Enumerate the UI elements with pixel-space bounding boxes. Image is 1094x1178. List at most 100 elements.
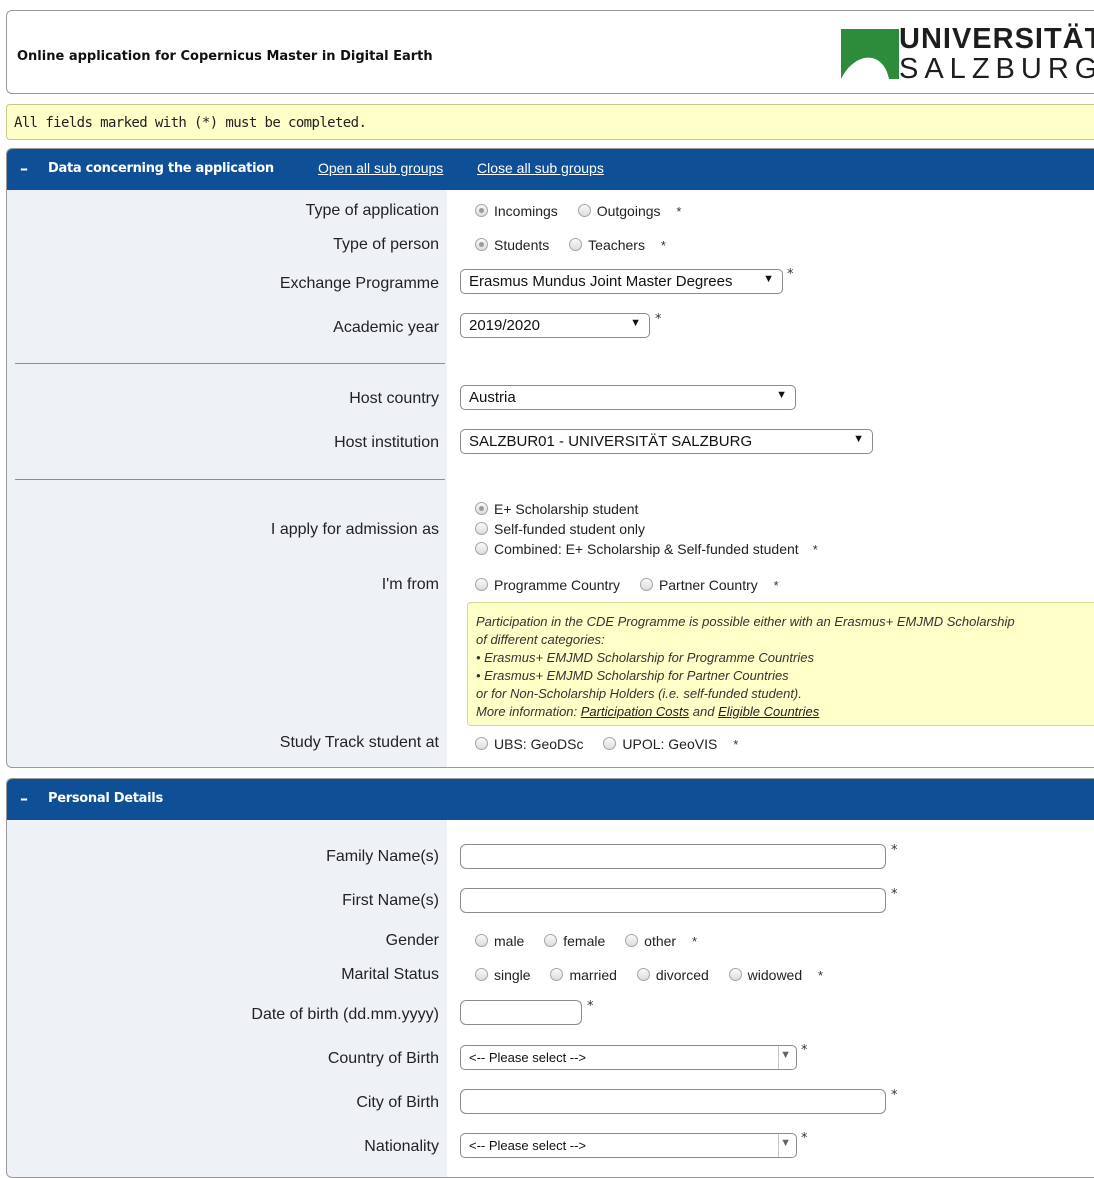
type-of-person-label: Type of person <box>333 236 439 253</box>
family-name-input[interactable] <box>460 844 886 869</box>
first-name-label: First Name(s) <box>342 892 439 909</box>
gender-label: Gender <box>385 932 439 949</box>
collapse-toggle-icon[interactable]: – <box>20 159 34 178</box>
required-fields-notice: All fields marked with (*) must be compl… <box>6 104 1094 140</box>
application-data-header: – Data concerning the application Open a… <box>7 149 1094 190</box>
academic-year-label: Academic year <box>333 319 439 336</box>
upol-geovis-radio[interactable] <box>603 737 617 750</box>
scholarship-radio[interactable] <box>475 502 488 515</box>
required-mark: * <box>660 238 666 253</box>
type-of-person-options: Students Teachers * <box>467 237 666 253</box>
required-mark: * <box>733 737 739 752</box>
required-mark: * <box>801 1131 808 1146</box>
programme-country-label: Programme Country <box>494 577 621 593</box>
country-of-birth-label: Country of Birth <box>327 1050 439 1067</box>
host-institution-select[interactable]: SALZBUR01 - UNIVERSITÄT SALZBURG ▼ <box>460 429 873 454</box>
admission-label: I apply for admission as <box>270 521 439 538</box>
widowed-radio[interactable] <box>728 968 742 981</box>
combined-label: Combined: E+ Scholarship & Self-funded s… <box>494 541 799 557</box>
admission-options: E+ Scholarship student Self-funded stude… <box>467 499 818 560</box>
teachers-radio[interactable] <box>569 238 583 251</box>
single-radio[interactable] <box>475 968 488 981</box>
logo-mark-icon <box>841 29 899 79</box>
info-line: of different categories: <box>476 632 605 647</box>
outgoings-radio[interactable] <box>577 204 591 217</box>
marital-status-options: single married divorced widowed * <box>467 967 823 983</box>
study-track-options: UBS: GeoDSc UPOL: GeoVIS * <box>467 736 738 752</box>
other-radio[interactable] <box>625 934 639 947</box>
nationality-select[interactable]: <-- Please select --> ▼ <box>460 1133 797 1158</box>
info-line: or for Non-Scholarship Holders (i.e. sel… <box>476 686 802 701</box>
first-name-input[interactable] <box>460 888 886 913</box>
teachers-label: Teachers <box>588 237 645 253</box>
info-more-line: More information: Participation Costs an… <box>476 703 1094 721</box>
type-of-application-label: Type of application <box>305 202 439 219</box>
required-mark: * <box>812 542 818 557</box>
required-mark: * <box>818 968 824 983</box>
info-line: • Erasmus+ EMJMD Scholarship for Partner… <box>476 668 789 683</box>
divorced-radio[interactable] <box>636 968 650 981</box>
host-institution-label: Host institution <box>334 434 439 451</box>
date-of-birth-input[interactable] <box>460 1000 582 1025</box>
divorced-label: divorced <box>655 967 709 983</box>
required-mark: * <box>676 204 682 219</box>
required-mark: * <box>891 843 898 858</box>
incomings-radio[interactable] <box>475 204 488 217</box>
city-of-birth-input[interactable] <box>460 1089 886 1114</box>
family-name-label: Family Name(s) <box>326 848 439 865</box>
host-country-value: Austria <box>469 389 516 406</box>
date-of-birth-label: Date of birth (dd.mm.yyyy) <box>251 1006 439 1023</box>
scholarship-label: E+ Scholarship student <box>494 501 639 517</box>
programme-country-radio[interactable] <box>475 578 488 591</box>
female-label: female <box>563 933 606 949</box>
study-track-label: Study Track student at <box>279 734 439 751</box>
nationality-value: <-- Please select --> <box>469 1138 587 1153</box>
logo-line-2: SALZBURG <box>899 53 1094 85</box>
ubs-geodsc-label: UBS: GeoDSc <box>494 736 584 752</box>
im-from-label: I'm from <box>381 576 439 593</box>
academic-year-select[interactable]: 2019/2020 ▼ <box>460 313 650 338</box>
male-radio[interactable] <box>475 934 488 947</box>
required-mark: * <box>587 999 594 1014</box>
info-more-prefix: More information: <box>476 704 581 719</box>
gender-options: male female other * <box>467 933 697 949</box>
info-and: and <box>689 704 719 719</box>
students-label: Students <box>494 237 550 253</box>
ubs-geodsc-radio[interactable] <box>475 737 488 750</box>
collapse-toggle-icon[interactable]: – <box>20 789 34 808</box>
eligible-countries-link[interactable]: Eligible Countries <box>718 704 819 719</box>
close-all-subgroups-link[interactable]: Close all sub groups <box>477 160 604 176</box>
self-funded-radio[interactable] <box>475 522 488 535</box>
required-mark: * <box>787 267 794 282</box>
participation-costs-link[interactable]: Participation Costs <box>581 704 689 719</box>
exchange-programme-value: Erasmus Mundus Joint Master Degrees <box>469 273 733 290</box>
required-mark: * <box>691 934 698 949</box>
host-country-select[interactable]: Austria ▼ <box>460 385 796 410</box>
page-header: Online application for Copernicus Master… <box>6 10 1094 94</box>
logo-line-1: UNIVERSITÄT <box>899 23 1094 55</box>
info-line: Participation in the CDE Programme is po… <box>476 614 1015 629</box>
exchange-programme-label: Exchange Programme <box>279 275 439 292</box>
page-title: Online application for Copernicus Master… <box>17 49 433 64</box>
required-mark: * <box>773 578 779 593</box>
dropdown-arrow-icon: ▼ <box>853 433 864 445</box>
married-radio[interactable] <box>550 968 564 981</box>
married-label: married <box>569 967 617 983</box>
host-institution-value: SALZBUR01 - UNIVERSITÄT SALZBURG <box>469 433 753 450</box>
country-of-birth-value: <-- Please select --> <box>469 1050 587 1065</box>
open-all-subgroups-link[interactable]: Open all sub groups <box>318 160 443 176</box>
host-country-label: Host country <box>349 390 439 407</box>
exchange-programme-select[interactable]: Erasmus Mundus Joint Master Degrees ▼ <box>460 269 783 294</box>
country-of-birth-select[interactable]: <-- Please select --> ▼ <box>460 1045 797 1070</box>
other-label: other <box>644 933 677 949</box>
students-radio[interactable] <box>475 238 488 251</box>
partner-country-radio[interactable] <box>639 578 653 591</box>
combined-radio[interactable] <box>475 542 488 555</box>
info-line: • Erasmus+ EMJMD Scholarship for Program… <box>476 650 814 665</box>
separator <box>15 479 445 480</box>
female-radio[interactable] <box>544 934 558 947</box>
upol-geovis-label: UPOL: GeoVIS <box>622 736 718 752</box>
section-title: Personal Details <box>48 791 163 806</box>
required-mark: * <box>891 887 898 902</box>
self-funded-label: Self-funded student only <box>494 521 645 537</box>
